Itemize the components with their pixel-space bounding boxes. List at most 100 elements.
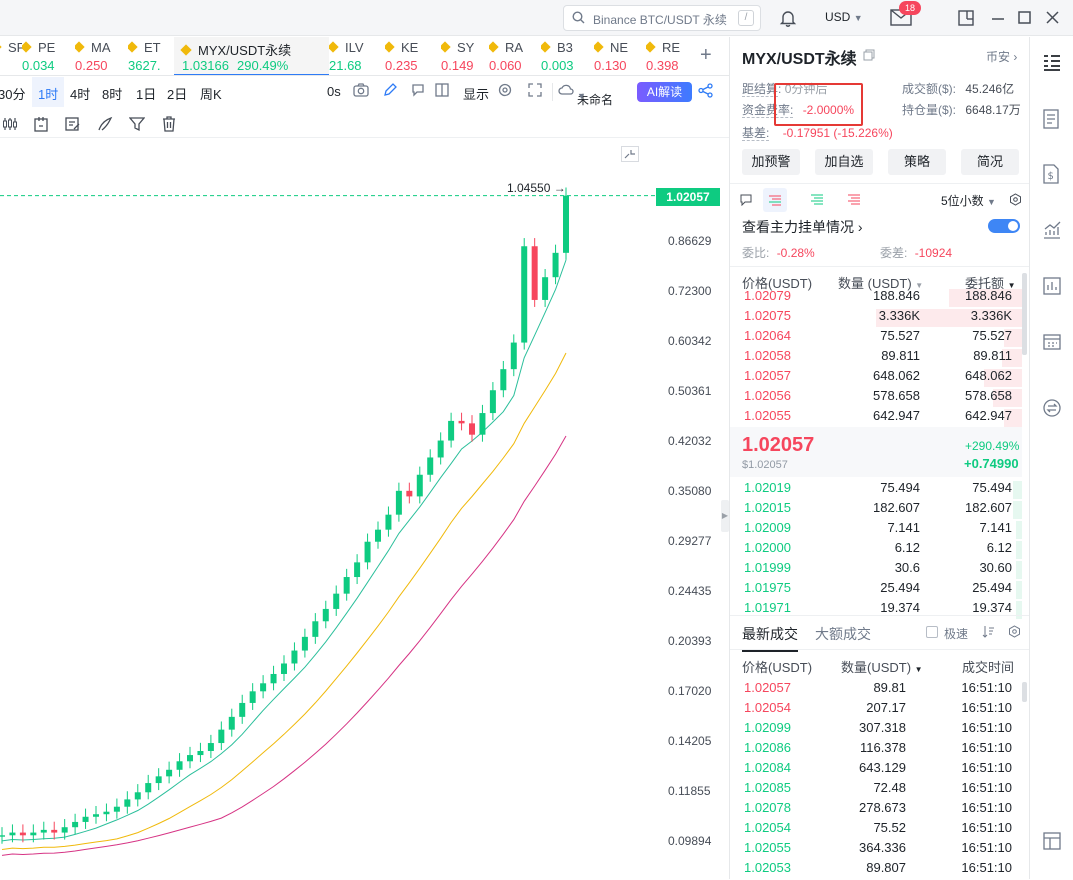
ob-settings-icon[interactable] <box>1009 193 1022 206</box>
trades-header-qty[interactable]: 数量(USDT) ▼ <box>841 657 923 676</box>
tab-symbol-8[interactable]: RA 0.060 <box>489 37 541 75</box>
add-tab-icon[interactable]: + <box>700 44 712 67</box>
calculator-icon[interactable] <box>1042 332 1062 352</box>
tab-symbol-3[interactable]: ET 3627. <box>128 37 174 75</box>
add-watchlist-button[interactable]: 加自选 <box>815 149 873 175</box>
panel-layout-icon[interactable] <box>1042 831 1062 851</box>
candles-icon[interactable] <box>2 117 18 131</box>
trades-settings-icon[interactable] <box>1008 625 1021 638</box>
tab-symbol-10[interactable]: NE 0.130 <box>594 37 646 75</box>
maximize-icon[interactable] <box>1018 11 1031 24</box>
ask-row[interactable]: 1.02064 75.527 75.527 <box>730 328 1022 348</box>
pencil-icon[interactable] <box>383 83 397 100</box>
tab-symbol: RE <box>646 40 680 55</box>
panel-toggle-handle[interactable]: ▶ <box>721 500 729 532</box>
decimals-select[interactable]: 5位小数 ▼ <box>941 192 996 209</box>
ask-row[interactable]: 1.02058 89.811 89.811 <box>730 348 1022 368</box>
tab-value: 0.060 <box>489 58 522 73</box>
interval-30m[interactable]: 30分 <box>0 84 25 103</box>
minimize-icon[interactable] <box>991 11 1005 25</box>
close-icon[interactable] <box>1046 11 1059 24</box>
bell-icon[interactable] <box>779 9 797 27</box>
price-chart[interactable] <box>0 139 720 879</box>
bid-row[interactable]: 1.01999 30.6 30.60 <box>730 560 1022 580</box>
interval-8h[interactable]: 8时 <box>102 84 122 103</box>
tab-symbol-9[interactable]: B3 0.003 <box>541 37 594 75</box>
row-price: 1.02064 <box>744 328 791 343</box>
bid-row[interactable]: 1.02000 6.12 6.12 <box>730 540 1022 560</box>
document-icon[interactable] <box>1042 109 1060 129</box>
display-menu[interactable]: 显示 <box>463 84 489 103</box>
settings-icon[interactable] <box>498 83 512 100</box>
bar-chart-icon[interactable] <box>1042 276 1062 296</box>
ask-row[interactable]: 1.02056 578.658 578.658 <box>730 388 1022 408</box>
y-tick-label: 0.24435 <box>668 584 712 598</box>
tab-symbol-6[interactable]: KE 0.235 <box>385 37 441 75</box>
interval-4h[interactable]: 4时 <box>70 84 90 103</box>
filter-icon[interactable] <box>129 116 145 132</box>
trade-row: 1.02086 116.378 16:51:10 <box>730 740 1022 760</box>
ask-row[interactable]: 1.02079 188.846 188.846 <box>730 288 1022 308</box>
draw-tool-icon[interactable] <box>97 116 113 132</box>
trend-chart-icon[interactable] <box>1042 220 1062 240</box>
orderbook-list-icon[interactable] <box>1042 53 1062 73</box>
trash-icon[interactable] <box>162 116 176 132</box>
tab-symbol-0[interactable]: SP0 <box>0 37 22 75</box>
tab-value: 21.68 <box>329 58 362 73</box>
tab-symbol-7[interactable]: SY 0.149 <box>441 37 489 75</box>
tab-symbol-2[interactable]: MA 0.250 <box>75 37 128 75</box>
swap-icon[interactable] <box>1042 398 1062 418</box>
ob-layout-icon[interactable] <box>740 194 752 206</box>
share-icon[interactable] <box>698 83 713 101</box>
interval-2d[interactable]: 2日 <box>167 84 187 103</box>
window-layout-icon[interactable] <box>958 10 974 26</box>
tab-symbol-5[interactable]: ILV 21.68 <box>329 37 385 75</box>
overview-button[interactable]: 简况 <box>961 149 1019 175</box>
bid-row[interactable]: 1.02009 7.141 7.141 <box>730 520 1022 540</box>
trade-time: 16:51:10 <box>961 740 1012 755</box>
sort-icon[interactable] <box>982 625 995 638</box>
currency-select[interactable]: USD ▼ <box>825 10 863 24</box>
interval-1d[interactable]: 1日 <box>136 84 156 103</box>
search-input[interactable]: Binance BTC/USDT 永续 / <box>563 5 761 31</box>
big-orders-toggle[interactable] <box>988 219 1020 233</box>
interval-week[interactable]: 周K <box>200 84 222 103</box>
add-alert-button[interactable]: 加预警 <box>742 149 800 175</box>
tab-symbol-1[interactable]: PE 0.034 <box>22 37 75 75</box>
indicator-icon[interactable] <box>34 116 48 132</box>
bid-row[interactable]: 1.02015 182.607 182.607 <box>730 500 1022 520</box>
edit-note-icon[interactable] <box>65 116 81 132</box>
trades-scrollbar[interactable] <box>1022 682 1027 702</box>
bid-row[interactable]: 1.01975 25.494 25.494 <box>730 580 1022 600</box>
ai-interpret-button[interactable]: AI解读 <box>637 82 692 102</box>
candle-body <box>93 814 99 817</box>
interval-1h[interactable]: 1时 <box>32 77 64 107</box>
ob-bids-view-icon[interactable] <box>810 194 824 206</box>
ask-row[interactable]: 1.02057 648.062 648.062 <box>730 368 1022 388</box>
ob-scrollbar[interactable] <box>1022 273 1027 355</box>
ob-both-view-icon[interactable] <box>763 188 787 212</box>
copy-icon[interactable] <box>863 49 875 61</box>
ask-row[interactable]: 1.02055 642.947 642.947 <box>730 408 1022 428</box>
grid-icon[interactable] <box>435 83 449 100</box>
strategy-button[interactable]: 策略 <box>888 149 946 175</box>
bid-row[interactable]: 1.02019 75.494 75.494 <box>730 480 1022 500</box>
collapse-icon[interactable] <box>621 146 639 162</box>
bid-row[interactable]: 1.01971 19.374 19.374 <box>730 600 1022 620</box>
tab-latest-trades[interactable]: 最新成交 <box>742 624 798 652</box>
ob-asks-view-icon[interactable] <box>847 194 861 206</box>
ask-row[interactable]: 1.02075 3.336K 3.336K <box>730 308 1022 328</box>
exchange-link[interactable]: 币安 › <box>986 48 1017 65</box>
tab-symbol-11[interactable]: RE 0.398 <box>646 37 706 75</box>
fast-mode-checkbox[interactable] <box>926 626 938 638</box>
fullscreen-icon[interactable] <box>528 83 542 100</box>
tab-active-symbol[interactable]: MYX/USDT永续 1.03166 290.49% <box>174 37 329 75</box>
candle-body <box>187 755 193 762</box>
annotation-icon[interactable] <box>411 83 425 100</box>
tab-price: 0.250 <box>75 58 108 73</box>
camera-icon[interactable] <box>353 83 369 100</box>
candlestick-chart[interactable] <box>0 139 720 879</box>
big-orders-link[interactable]: 查看主力挂单情况 › <box>742 217 863 237</box>
tab-large-trades[interactable]: 大额成交 <box>815 624 871 644</box>
dollar-doc-icon[interactable]: $ <box>1042 164 1060 184</box>
